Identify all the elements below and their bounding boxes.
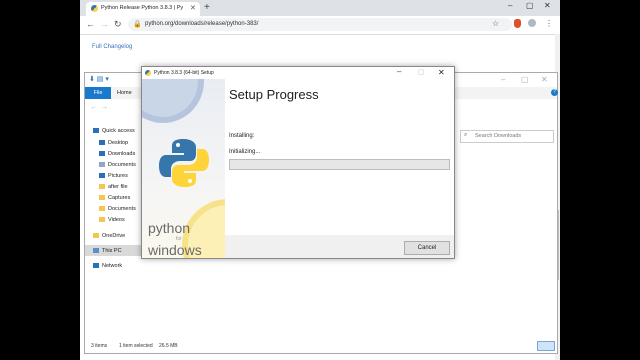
forward-icon[interactable]: →: [100, 19, 109, 29]
cancel-button[interactable]: Cancel: [404, 241, 450, 255]
close-tab-icon[interactable]: ✕: [190, 4, 196, 12]
nav-label: OneDrive: [102, 233, 126, 239]
python-favicon-icon: [91, 5, 98, 12]
tab-file[interactable]: File: [85, 87, 111, 99]
search-input[interactable]: ⌕ Search Downloads: [460, 130, 554, 143]
nav-item-this-pc[interactable]: This PC: [93, 248, 122, 254]
folder-icon: [99, 195, 105, 201]
python-setup-dialog: Python 3.8.3 (64-bit) Setup – ▢ ✕ python…: [141, 66, 455, 259]
bookmark-star-icon[interactable]: ☆: [492, 19, 499, 28]
brand-windows-text: windows: [148, 242, 202, 258]
computer-icon: [93, 248, 99, 254]
folder-icon: [99, 217, 105, 223]
help-icon[interactable]: ?: [551, 89, 558, 96]
nav-label: Network: [102, 263, 123, 269]
setup-sidebar-banner: python for windows: [142, 79, 225, 258]
nav-label: Quick access: [102, 128, 135, 134]
installing-label: Installing:: [229, 133, 255, 139]
nav-item-onedrive[interactable]: OneDrive: [93, 233, 125, 239]
nav-item-videos[interactable]: Videos: [99, 217, 125, 223]
explorer-close-icon[interactable]: ✕: [541, 75, 548, 84]
download-icon: [99, 151, 105, 157]
tab-home[interactable]: Home: [117, 90, 132, 96]
nav-label: Videos: [108, 217, 125, 223]
reload-icon[interactable]: ↻: [114, 19, 122, 30]
close-icon[interactable]: ✕: [544, 1, 551, 10]
explorer-back-icon[interactable]: ←: [90, 104, 97, 111]
setup-heading: Setup Progress: [229, 87, 319, 102]
menu-kebab-icon[interactable]: ⋮: [545, 19, 553, 28]
dialog-titlebar: Python 3.8.3 (64-bit) Setup – ▢ ✕: [142, 67, 454, 79]
desktop-icon: [99, 140, 105, 146]
nav-item-downloads[interactable]: Downloads: [99, 151, 135, 157]
status-selected: 1 item selected: [119, 343, 153, 349]
url-text: python.org/downloads/release/python-383/: [145, 21, 259, 27]
status-size: 26.5 MB: [159, 343, 178, 349]
explorer-maximize-icon[interactable]: ▢: [521, 75, 529, 84]
status-text: Initializing...: [229, 149, 261, 155]
dialog-close-icon[interactable]: ✕: [438, 68, 445, 77]
star-icon: [93, 128, 99, 134]
address-bar: ← → ↻ 🔒 python.org/downloads/release/pyt…: [80, 16, 560, 35]
back-icon[interactable]: ←: [86, 19, 95, 29]
browser-tab[interactable]: Python Release Python 3.8.3 | Py ✕: [86, 2, 200, 16]
dialog-title: Python 3.8.3 (64-bit) Setup: [154, 70, 214, 76]
dialog-maximize-icon: ▢: [418, 69, 425, 76]
extension-icon[interactable]: [514, 19, 521, 28]
nav-label: This PC: [102, 248, 122, 254]
url-input[interactable]: 🔒 python.org/downloads/release/python-38…: [128, 18, 512, 31]
details-view-toggle-icon[interactable]: [537, 341, 555, 351]
nav-item-network[interactable]: Network: [93, 263, 122, 269]
nav-label: after file: [108, 184, 128, 190]
python-logo-icon: [159, 139, 209, 187]
nav-item-documents[interactable]: Documents: [99, 162, 136, 168]
status-item-count: 3 items: [91, 343, 108, 349]
lock-icon: 🔒: [133, 21, 142, 28]
new-tab-button[interactable]: +: [204, 2, 210, 13]
nav-item-after-file[interactable]: after file: [99, 184, 128, 190]
dialog-minimize-icon[interactable]: –: [397, 67, 401, 76]
nav-label: Pictures: [108, 173, 128, 179]
search-placeholder: Search Downloads: [475, 133, 522, 139]
nav-label: Documents: [108, 206, 136, 212]
nav-label: Downloads: [108, 151, 136, 157]
pictures-icon: [99, 173, 105, 179]
maximize-icon[interactable]: ▢: [526, 1, 534, 10]
minimize-icon[interactable]: –: [508, 1, 512, 10]
nav-item-documents-folder[interactable]: Documents: [99, 206, 136, 212]
folder-icon: [99, 206, 105, 212]
profile-avatar-icon[interactable]: [528, 19, 536, 27]
brand-python-text: python: [148, 220, 191, 236]
nav-item-pictures[interactable]: Pictures: [99, 173, 128, 179]
search-icon: ⌕: [464, 132, 468, 138]
network-icon: [93, 263, 99, 269]
quick-access-toolbar-icon[interactable]: ⬇ ▤ ▾: [89, 75, 109, 83]
decorative-blob: [142, 79, 204, 123]
onedrive-icon: [93, 233, 99, 239]
nav-label: Captures: [108, 195, 131, 201]
changelog-link[interactable]: Full Changelog: [92, 44, 132, 50]
documents-icon: [99, 162, 105, 168]
nav-item-quick-access[interactable]: Quick access: [93, 128, 135, 134]
nav-label: Desktop: [108, 140, 129, 146]
progress-bar: [229, 159, 450, 170]
tab-bar: Python Release Python 3.8.3 | Py ✕ + – ▢…: [80, 0, 560, 16]
folder-icon: [99, 184, 105, 190]
tab-title: Python Release Python 3.8.3 | Py: [101, 5, 184, 11]
nav-item-desktop[interactable]: Desktop: [99, 140, 128, 146]
python-logo-icon: [145, 70, 151, 76]
explorer-minimize-icon[interactable]: –: [501, 75, 505, 84]
nav-label: Documents: [108, 162, 136, 168]
nav-item-captures[interactable]: Captures: [99, 195, 130, 201]
explorer-forward-icon[interactable]: →: [101, 104, 108, 111]
